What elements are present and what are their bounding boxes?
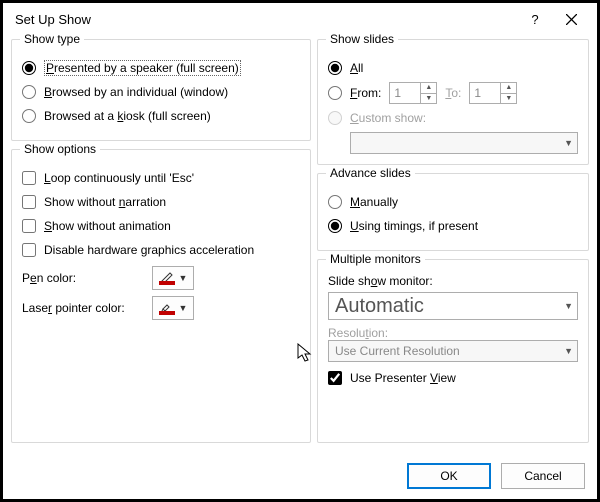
resolution-label: Resolution: <box>328 326 578 340</box>
to-label: To: <box>445 86 461 100</box>
monitor-select[interactable]: Automatic ▼ <box>328 292 578 320</box>
laser-color-label: Laser pointer color: <box>22 301 152 315</box>
laser-color-icon <box>159 301 175 315</box>
to-spinner[interactable]: ▲▼ <box>469 82 517 104</box>
spin-up-icon[interactable]: ▲ <box>421 83 436 94</box>
radio-all-slides[interactable] <box>328 61 342 75</box>
check-narration-label[interactable]: Show without narration <box>44 195 166 209</box>
radio-all-label[interactable]: All <box>350 61 363 75</box>
monitors-group: Multiple monitors Slide show monitor: Au… <box>317 259 589 443</box>
to-input[interactable] <box>470 83 500 103</box>
pen-color-label: Pen color: <box>22 271 152 285</box>
radio-from[interactable] <box>328 86 342 100</box>
titlebar: Set Up Show ? <box>3 3 597 35</box>
check-animation[interactable] <box>22 219 36 233</box>
check-presenter[interactable] <box>328 371 342 385</box>
radio-speaker[interactable] <box>22 61 36 75</box>
cancel-button[interactable]: Cancel <box>501 463 585 489</box>
close-button[interactable] <box>553 5 589 33</box>
chevron-down-icon: ▼ <box>564 301 573 311</box>
radio-timings[interactable] <box>328 219 342 233</box>
radio-kiosk[interactable] <box>22 109 36 123</box>
custom-show-select: ▼ <box>350 132 578 154</box>
chevron-down-icon: ▼ <box>564 346 573 356</box>
monitor-value: Automatic <box>335 295 424 318</box>
resolution-value: Use Current Resolution <box>335 344 460 358</box>
show-options-legend: Show options <box>20 142 100 156</box>
radio-custom-label: Custom show: <box>350 111 426 125</box>
help-button[interactable]: ? <box>517 5 553 33</box>
resolution-select: Use Current Resolution ▼ <box>328 340 578 362</box>
show-type-group: Show type Presented by a speaker (full s… <box>11 39 311 141</box>
advance-legend: Advance slides <box>326 166 415 180</box>
setup-show-dialog: Set Up Show ? Show type Presented by a s… <box>0 0 600 502</box>
show-type-legend: Show type <box>20 32 84 46</box>
radio-manual[interactable] <box>328 195 342 209</box>
laser-color-picker[interactable]: ▼ <box>152 296 194 320</box>
chevron-down-icon: ▼ <box>179 273 188 283</box>
from-input[interactable] <box>390 83 420 103</box>
monitor-label: Slide show monitor: <box>328 274 578 288</box>
check-hw-label[interactable]: Disable hardware graphics acceleration <box>44 243 254 257</box>
check-narration[interactable] <box>22 195 36 209</box>
monitors-legend: Multiple monitors <box>326 252 425 266</box>
spin-down-icon[interactable]: ▼ <box>501 94 516 104</box>
from-spinner[interactable]: ▲▼ <box>389 82 437 104</box>
chevron-down-icon: ▼ <box>564 138 573 148</box>
dialog-title: Set Up Show <box>15 12 517 27</box>
radio-kiosk-label[interactable]: Browsed at a kiosk (full screen) <box>44 109 211 123</box>
pen-color-picker[interactable]: ▼ <box>152 266 194 290</box>
ok-button[interactable]: OK <box>407 463 491 489</box>
dialog-footer: OK Cancel <box>3 457 597 499</box>
check-animation-label[interactable]: Show without animation <box>44 219 171 233</box>
radio-individual[interactable] <box>22 85 36 99</box>
check-presenter-label[interactable]: Use Presenter View <box>350 371 456 385</box>
check-hw[interactable] <box>22 243 36 257</box>
radio-from-label[interactable]: From: <box>350 86 381 100</box>
check-loop[interactable] <box>22 171 36 185</box>
chevron-down-icon: ▼ <box>179 303 188 313</box>
radio-speaker-label[interactable]: Presented by a speaker (full screen) <box>44 61 241 75</box>
radio-individual-label[interactable]: Browsed by an individual (window) <box>44 85 228 99</box>
show-slides-legend: Show slides <box>326 32 398 46</box>
radio-timings-label[interactable]: Using timings, if present <box>350 219 478 233</box>
advance-slides-group: Advance slides Manually Using timings, i… <box>317 173 589 251</box>
check-loop-label[interactable]: Loop continuously until 'Esc' <box>44 171 194 185</box>
show-slides-group: Show slides All From: ▲▼ To: ▲▼ <box>317 39 589 165</box>
close-icon <box>566 14 577 25</box>
spin-down-icon[interactable]: ▼ <box>421 94 436 104</box>
show-options-group: Show options Loop continuously until 'Es… <box>11 149 311 443</box>
radio-custom-show <box>328 111 342 125</box>
radio-manual-label[interactable]: Manually <box>350 195 398 209</box>
spin-up-icon[interactable]: ▲ <box>501 83 516 94</box>
pen-color-icon <box>159 271 175 285</box>
